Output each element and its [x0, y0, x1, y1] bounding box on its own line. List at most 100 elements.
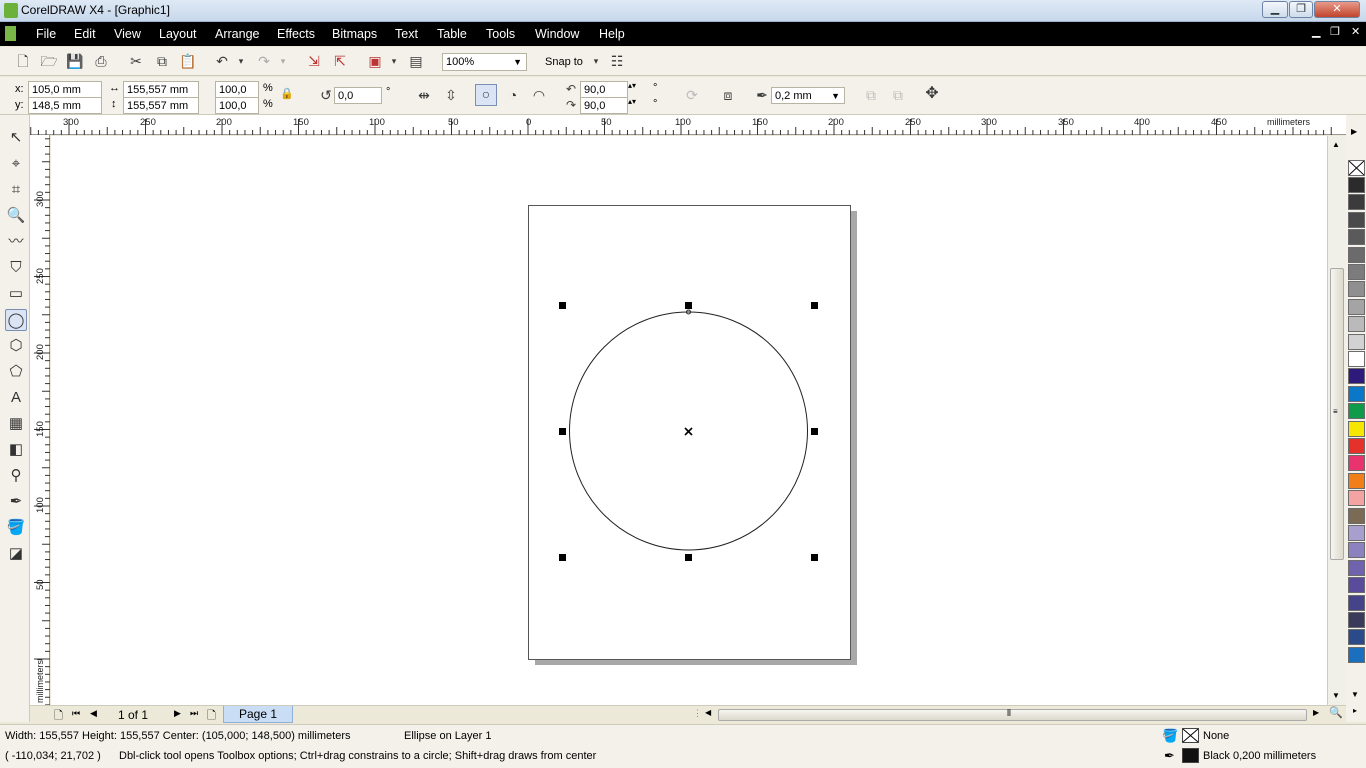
first-page-icon[interactable]: ⏮ — [72, 708, 80, 719]
color-swatch[interactable] — [1348, 177, 1365, 193]
color-swatch[interactable] — [1348, 472, 1365, 489]
outline-width-select[interactable]: 0,2 mm ▼ — [771, 87, 845, 104]
mirror-vertical-icon[interactable]: ⇳ — [441, 86, 461, 104]
crop-tool-icon[interactable]: ⌗ — [5, 179, 27, 201]
color-swatch[interactable] — [1348, 629, 1365, 646]
mirror-horizontal-icon[interactable]: ⇹ — [414, 86, 434, 104]
drawing-canvas[interactable] — [51, 136, 1327, 705]
menu-arrange[interactable]: Arrange — [215, 27, 259, 41]
import-icon[interactable]: ⇲ — [305, 52, 323, 70]
menu-tools[interactable]: Tools — [486, 27, 515, 41]
palette-expand-icon[interactable]: ▸ — [1353, 706, 1357, 715]
copy-icon[interactable]: ⧉ — [153, 52, 171, 70]
rectangle-tool-icon[interactable]: ▭ — [5, 283, 27, 305]
freehand-tool-icon[interactable]: 〰 — [5, 231, 27, 253]
vertical-ruler[interactable]: 300 250 200 150 100 50 0 millimeters — [30, 135, 50, 705]
zoom-level-select[interactable]: 100% ▼ — [442, 53, 527, 71]
menu-effects[interactable]: Effects — [277, 27, 315, 41]
start-angle-spinner[interactable]: ▴▾ — [628, 81, 636, 90]
undo-dropdown-icon[interactable]: ▾ — [235, 52, 247, 70]
menu-layout[interactable]: Layout — [159, 27, 197, 41]
eyedropper-tool-icon[interactable]: ⚲ — [5, 465, 27, 487]
selection-handle[interactable] — [811, 554, 818, 561]
end-angle-spinner[interactable]: ▴▾ — [628, 97, 636, 106]
width-field[interactable]: 155,557 mm — [123, 81, 199, 98]
color-swatch[interactable] — [1348, 525, 1365, 541]
save-icon[interactable]: 💾 — [66, 52, 84, 70]
arc-mode-icon[interactable]: ◠ — [529, 86, 549, 104]
prev-page-icon[interactable]: ◀ — [90, 708, 97, 719]
color-swatch[interactable] — [1348, 298, 1365, 315]
application-launcher-icon[interactable]: ▣ — [366, 52, 384, 70]
export-icon[interactable]: ⇱ — [331, 52, 349, 70]
color-swatch[interactable] — [1348, 420, 1365, 437]
ellipse-mode-icon[interactable]: ○ — [475, 84, 497, 106]
scroll-right-icon[interactable]: ▶ — [1313, 708, 1319, 717]
paste-icon[interactable]: 📋 — [179, 52, 197, 70]
height-field[interactable]: 155,557 mm — [123, 97, 199, 114]
center-marker[interactable] — [684, 427, 693, 436]
doc-close-button[interactable]: ✕ — [1351, 25, 1360, 38]
menu-edit[interactable]: Edit — [74, 27, 96, 41]
color-swatch[interactable] — [1348, 646, 1365, 663]
menu-window[interactable]: Window — [535, 27, 579, 41]
color-swatch[interactable] — [1348, 455, 1365, 472]
menu-table[interactable]: Table — [437, 27, 467, 41]
zoom-navigator-icon[interactable]: 🔍 — [1329, 706, 1343, 719]
no-color-swatch[interactable] — [1348, 160, 1365, 176]
selection-handle[interactable] — [685, 302, 692, 309]
to-back-icon[interactable]: ⧉ — [889, 86, 907, 104]
selection-handle[interactable] — [685, 554, 692, 561]
basic-shapes-tool-icon[interactable]: ⬠ — [5, 361, 27, 383]
start-angle-field[interactable]: 90,0 — [580, 81, 628, 98]
color-swatch[interactable] — [1348, 490, 1365, 507]
interactive-tool-icon[interactable]: ◧ — [5, 439, 27, 461]
interactive-fill-tool-icon[interactable]: ◪ — [5, 543, 27, 565]
doc-minimize-button[interactable]: ▁ — [1312, 25, 1320, 38]
horizontal-scroll-thumb[interactable]: ⦀ — [718, 708, 1307, 721]
y-position-field[interactable]: 148,5 mm — [28, 97, 102, 114]
scroll-left-icon[interactable]: ◀ — [705, 708, 711, 717]
color-swatch[interactable] — [1348, 385, 1365, 402]
direction-icon[interactable]: ⟳ — [683, 86, 701, 104]
wrap-text-icon[interactable]: ⧈ — [719, 86, 737, 104]
color-swatch[interactable] — [1348, 333, 1365, 350]
outline-color-swatch[interactable] — [1182, 748, 1199, 763]
color-swatch[interactable] — [1348, 194, 1365, 211]
color-swatch[interactable] — [1348, 281, 1365, 298]
selection-handle[interactable] — [559, 554, 566, 561]
color-swatch[interactable] — [1348, 542, 1365, 559]
open-icon[interactable]: 🗁 — [40, 52, 58, 70]
color-swatch[interactable] — [1348, 211, 1365, 228]
close-button[interactable]: ✕ — [1314, 1, 1360, 18]
lock-ratio-icon[interactable]: 🔒 — [280, 85, 294, 103]
split-grip-icon[interactable]: ⋮ — [693, 708, 702, 719]
print-icon[interactable]: ⎙ — [92, 52, 110, 70]
shape-tool-icon[interactable]: ⌖ — [5, 153, 27, 175]
color-swatch[interactable] — [1348, 351, 1365, 367]
snap-to-button[interactable]: Snap to — [545, 56, 583, 68]
selection-handle[interactable] — [811, 302, 818, 309]
welcome-screen-icon[interactable]: ▤ — [407, 52, 425, 70]
cut-icon[interactable]: ✂ — [127, 52, 145, 70]
color-swatch[interactable] — [1348, 612, 1365, 628]
x-position-field[interactable]: 105,0 mm — [28, 81, 102, 98]
menu-view[interactable]: View — [114, 27, 141, 41]
options-icon[interactable]: ☷ — [608, 52, 626, 70]
horizontal-ruler[interactable]: 300 250 200 150 100 50 0 50 100 150 200 … — [30, 115, 1346, 135]
text-tool-icon[interactable]: A — [5, 387, 27, 409]
polygon-tool-icon[interactable]: ⬡ — [5, 335, 27, 357]
color-swatch[interactable] — [1348, 229, 1365, 246]
menu-text[interactable]: Text — [395, 27, 418, 41]
color-swatch[interactable] — [1348, 316, 1365, 333]
color-swatch[interactable] — [1348, 594, 1365, 611]
scale-width-field[interactable]: 100,0 — [215, 81, 259, 98]
vertical-scroll-thumb[interactable]: ≡ — [1330, 268, 1344, 560]
undo-icon[interactable]: ↶ — [213, 52, 231, 70]
launcher-dropdown-icon[interactable]: ▾ — [388, 52, 400, 70]
color-swatch[interactable] — [1348, 559, 1365, 576]
color-swatch[interactable] — [1348, 403, 1365, 420]
ellipse-tool-icon[interactable]: ◯ — [5, 309, 27, 331]
scale-height-field[interactable]: 100,0 — [215, 97, 259, 114]
menu-file[interactable]: File — [36, 27, 56, 41]
